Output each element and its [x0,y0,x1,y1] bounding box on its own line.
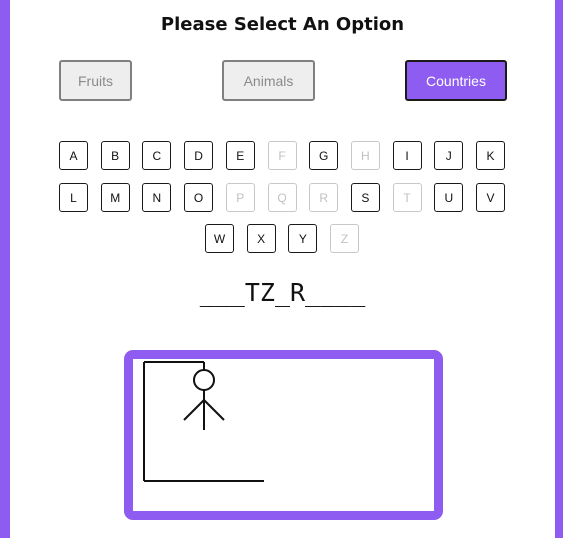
hangman-frame [124,350,443,520]
letter-key-q[interactable]: Q [267,183,297,212]
letter-key-x[interactable]: X [246,224,276,253]
puzzle-word: ___TZ_R____ [199,278,366,307]
letter-key-f[interactable]: F [267,141,297,170]
letter-key-z[interactable]: Z [330,224,360,253]
letter-key-r[interactable]: R [309,183,339,212]
letter-key-p[interactable]: P [225,183,255,212]
letter-key-m[interactable]: M [100,183,130,212]
letter-key-e[interactable]: E [225,141,255,170]
letter-key-h[interactable]: H [350,141,380,170]
hangman-drawing [143,361,264,482]
letter-key-y[interactable]: Y [288,224,318,253]
letter-key-t[interactable]: T [392,183,422,212]
letter-key-s[interactable]: S [350,183,380,212]
letter-key-w[interactable]: W [205,224,234,253]
letter-key-g[interactable]: G [309,141,339,170]
letter-key-d[interactable]: D [184,141,214,170]
letter-key-j[interactable]: J [434,141,464,170]
letter-key-v[interactable]: V [476,183,505,212]
category-fruits-button[interactable]: Fruits [59,60,132,101]
hangman-right-arm [203,399,225,421]
letter-key-u[interactable]: U [434,183,464,212]
letter-key-i[interactable]: I [392,141,422,170]
game-panel: Please Select An Option Fruits Animals C… [10,0,555,538]
letter-key-n[interactable]: N [142,183,172,212]
category-animals-button[interactable]: Animals [222,60,315,101]
letter-key-k[interactable]: K [476,141,505,170]
letter-key-l[interactable]: L [59,183,88,212]
letter-key-o[interactable]: O [184,183,214,212]
page-title: Please Select An Option [160,14,405,35]
letter-key-a[interactable]: A [59,141,88,170]
hangman-head [193,369,215,391]
letter-key-b[interactable]: B [100,141,130,170]
hangman-left-arm [183,399,205,421]
category-countries-button[interactable]: Countries [405,60,507,101]
letter-key-c[interactable]: C [142,141,172,170]
